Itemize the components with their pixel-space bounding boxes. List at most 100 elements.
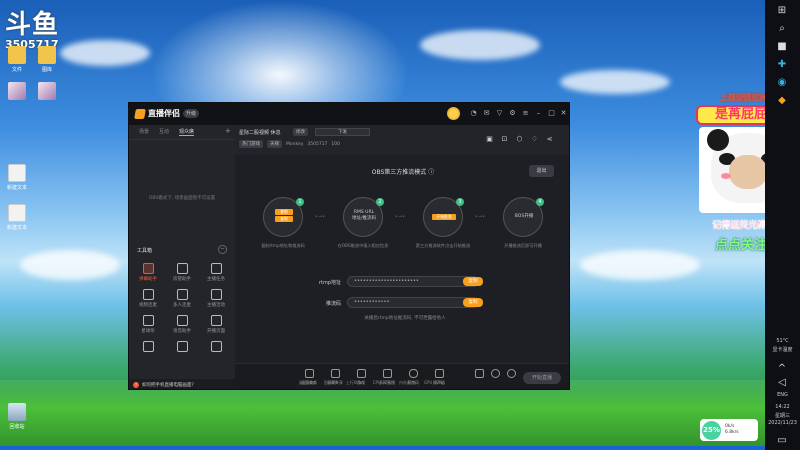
rtmp-field[interactable]: •••••••••••••••••••••• bbox=[347, 276, 479, 287]
tool-item[interactable]: 多人连麦 bbox=[165, 289, 199, 308]
mode-title: OBS第三方推流模式 ⓘ bbox=[235, 167, 569, 176]
desktop-icon[interactable] bbox=[4, 82, 30, 102]
tool-label: 弹幕助手 bbox=[139, 277, 157, 282]
copy-key-button[interactable]: 复制 bbox=[463, 298, 483, 307]
desktop-icon[interactable]: 新建文本 bbox=[4, 204, 30, 231]
category-select[interactable]: 下发 bbox=[315, 128, 370, 136]
step-fill: 2 RMS URL 地址/推流码 bbox=[343, 197, 384, 237]
step-caption: 第三方推流软件点击开始推流 bbox=[415, 243, 471, 248]
headset-icon[interactable]: ◔ bbox=[469, 109, 478, 118]
status-item: 上行0kb/s bbox=[345, 380, 365, 385]
video-call-icon bbox=[142, 289, 154, 300]
tab-audience[interactable]: 观众席 bbox=[179, 128, 195, 136]
tool-item[interactable] bbox=[131, 341, 165, 354]
status-item: 丢帧0% bbox=[323, 380, 338, 385]
step-number: 1 bbox=[296, 198, 304, 206]
step-caption: 复制rtmp地址和推流码 bbox=[261, 243, 305, 248]
step-caption: 开播推流后即可开播 bbox=[504, 243, 542, 248]
toolbox-grid: 弹幕助手 房管助手 主播任务 视频连麦 多人连麦 主播活动 星球杂 语音助手 开… bbox=[131, 263, 235, 354]
admin-icon bbox=[176, 263, 188, 274]
lock-icon[interactable]: ⊡ bbox=[500, 135, 509, 144]
user-avatar[interactable] bbox=[447, 107, 460, 120]
tool-item[interactable]: 弹幕助手 bbox=[131, 263, 165, 282]
desktop-icon-recycle-bin[interactable]: 回收站 bbox=[4, 403, 30, 430]
cloud bbox=[560, 70, 670, 94]
start-live-button[interactable]: 开始直播 bbox=[523, 372, 561, 384]
help-icon[interactable]: ⓘ bbox=[428, 169, 434, 176]
scene-disabled-hint: OBS模式下, 场景画面暂不可设置 bbox=[148, 196, 216, 201]
notice-text: 如何把手机直播电脑画面? bbox=[142, 383, 194, 388]
fan-count: 100 bbox=[331, 141, 341, 147]
tool-item[interactable] bbox=[165, 341, 199, 354]
settings-tool[interactable] bbox=[499, 369, 523, 380]
notice-bar[interactable]: ! 如何把手机直播电脑画面? bbox=[129, 379, 235, 389]
tool-item[interactable] bbox=[199, 341, 233, 354]
room-tag[interactable]: 天梯 bbox=[267, 140, 282, 148]
tool-item[interactable]: 主播活动 bbox=[199, 289, 233, 308]
step-line: BOS开播 bbox=[514, 214, 534, 219]
app-icon[interactable]: ■ bbox=[775, 40, 789, 54]
stream-key-field[interactable]: •••••••••••• bbox=[347, 297, 479, 308]
collapse-icon[interactable]: − bbox=[218, 245, 227, 254]
mail-icon[interactable]: ✉ bbox=[482, 109, 491, 118]
bell-icon[interactable]: ♢ bbox=[530, 135, 539, 144]
windows-start-icon[interactable]: ⊞ bbox=[775, 4, 789, 18]
tool-item[interactable]: 星球杂 bbox=[131, 315, 165, 334]
tool-item[interactable]: 房管助手 bbox=[165, 263, 199, 282]
add-icon[interactable]: + bbox=[225, 127, 231, 135]
exit-mode-button[interactable]: 退出 bbox=[529, 165, 554, 177]
copy-rtmp-button[interactable]: 复制 bbox=[463, 277, 483, 286]
tool-label: 星球杂 bbox=[141, 329, 155, 334]
game-icon bbox=[356, 369, 366, 378]
tool-item[interactable]: 语音助手 bbox=[165, 315, 199, 334]
step-content: 开始推流 bbox=[428, 213, 460, 221]
taskbar: ⊞ ⌕ ■ ✚ ◉ ◆ 51°C 显卡温度 ^ ◁ ENG 14:22 星期三 … bbox=[765, 0, 800, 450]
shirt-icon[interactable]: ▽ bbox=[495, 109, 504, 118]
speed-widget[interactable]: 25% 0k/s 6.8k/s bbox=[700, 419, 758, 441]
edit-title-button[interactable]: 修改 bbox=[293, 128, 308, 136]
copy-key-mini-button[interactable]: 复制 bbox=[275, 216, 293, 222]
chevron-up-icon[interactable]: ^ bbox=[775, 362, 789, 376]
edge-icon[interactable]: ◉ bbox=[775, 76, 789, 90]
main-panel: 星际二股视频 休息 修改 下发 热门游戏 天梯 Monkey 3505717 1… bbox=[235, 125, 569, 389]
menu-icon[interactable]: ≡ bbox=[521, 109, 530, 118]
share-icon[interactable]: ⋖ bbox=[545, 135, 554, 144]
folder-icon bbox=[8, 46, 26, 64]
desktop-icon[interactable]: 图库 bbox=[34, 46, 60, 73]
clock-time[interactable]: 14:22 bbox=[765, 404, 800, 410]
cloud bbox=[60, 40, 150, 66]
room-number: 3505717 bbox=[307, 141, 328, 147]
copy-rtmp-mini-button[interactable]: 复制 bbox=[275, 209, 293, 215]
speaker-icon[interactable]: ◁ bbox=[775, 376, 789, 390]
tool-item[interactable]: 视频连麦 bbox=[131, 289, 165, 308]
tool-item[interactable]: 开播页面 bbox=[199, 315, 233, 334]
arrow-icon: •→• bbox=[315, 214, 326, 220]
minimize-icon[interactable]: – bbox=[534, 109, 543, 118]
step-copy: 1 复制 复制 bbox=[263, 197, 304, 237]
tab-scene[interactable]: 场景 bbox=[139, 128, 149, 136]
divider bbox=[129, 139, 235, 140]
tool-icon bbox=[176, 341, 188, 352]
version-badge[interactable]: 升级 bbox=[183, 109, 200, 118]
notification-icon[interactable]: ▭ bbox=[775, 434, 789, 448]
desktop-icon[interactable]: 文件 bbox=[4, 46, 30, 73]
settings-icon[interactable]: ⚙ bbox=[508, 109, 517, 118]
step-live: 4 BOS开播 bbox=[503, 197, 544, 237]
room-title: 星际二股视频 休息 bbox=[239, 130, 281, 136]
input-language[interactable]: ENG bbox=[765, 392, 800, 398]
tab-interaction[interactable]: 互动 bbox=[159, 128, 169, 136]
desktop-icon[interactable] bbox=[34, 82, 60, 102]
shield-icon[interactable]: ⬡ bbox=[515, 135, 524, 144]
app-icon[interactable]: ✚ bbox=[775, 58, 789, 72]
maximize-icon[interactable]: □ bbox=[547, 109, 556, 118]
live-app-icon[interactable]: ◆ bbox=[775, 94, 789, 108]
tool-item[interactable]: 主播任务 bbox=[199, 263, 233, 282]
screenshot-icon[interactable]: ▣ bbox=[485, 135, 494, 144]
room-tag[interactable]: 热门游戏 bbox=[239, 140, 263, 148]
clock-weekday: 星期三 bbox=[774, 413, 790, 419]
desktop-icon[interactable]: 新建文本 bbox=[4, 164, 30, 191]
close-icon[interactable]: ✕ bbox=[559, 109, 568, 118]
search-icon[interactable]: ⌕ bbox=[775, 22, 789, 36]
tool-label: 视频连麦 bbox=[139, 303, 157, 308]
desktop-icon-label: 回收站 bbox=[9, 424, 25, 430]
